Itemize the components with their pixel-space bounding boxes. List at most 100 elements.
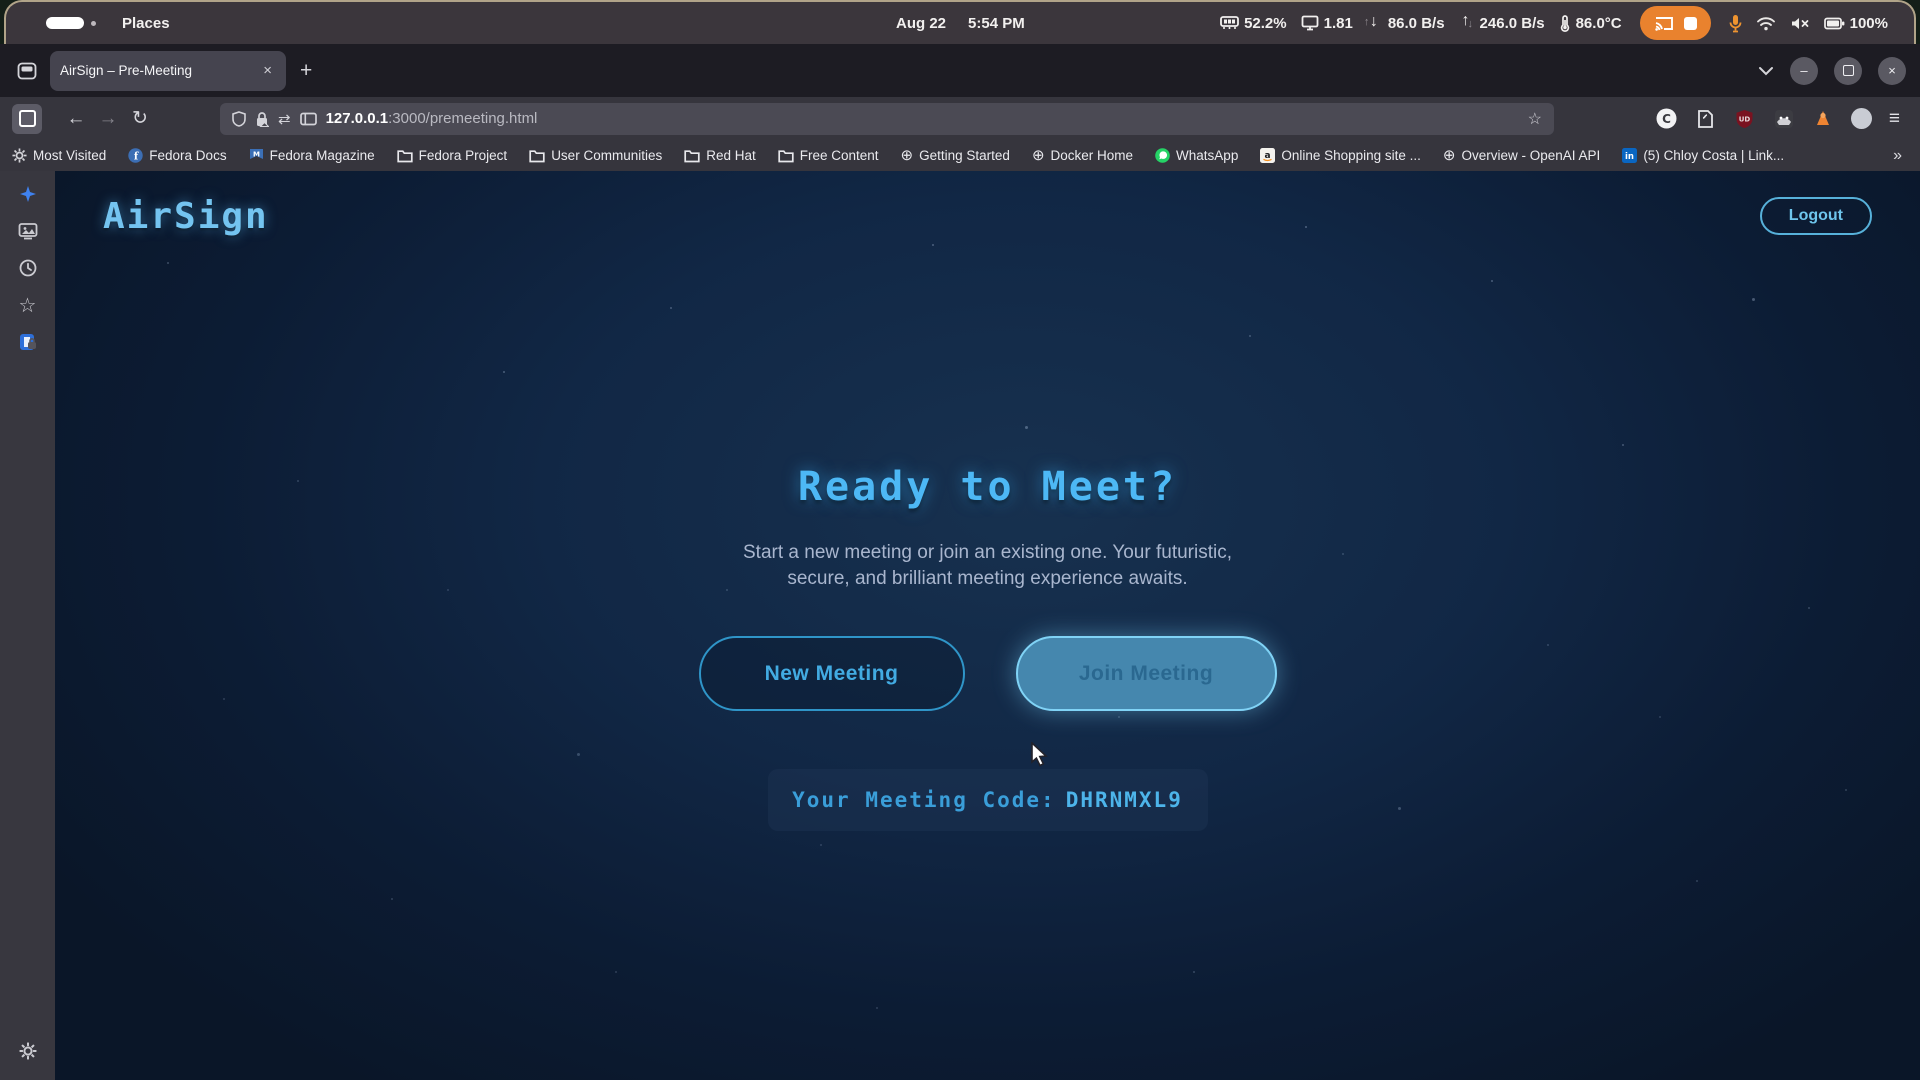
history-icon[interactable]	[0, 253, 55, 283]
url-text: 127.0.0.1:3000/premeeting.html	[326, 110, 1519, 127]
upload-indicator[interactable]: ↑↓ 246.0 B/s	[1459, 14, 1545, 32]
bookmark-label: Free Content	[800, 148, 879, 163]
bookmark-item[interactable]: WhatsApp	[1155, 148, 1238, 163]
new-meeting-button[interactable]: New Meeting	[699, 636, 965, 711]
gear-icon	[12, 148, 27, 163]
maximize-icon	[1843, 65, 1854, 76]
screencast-indicator[interactable]	[1640, 6, 1711, 40]
extension-privacy-badger-icon[interactable]	[1812, 108, 1834, 130]
activities-pill-icon	[46, 17, 84, 29]
reload-button[interactable]: ↻	[124, 103, 156, 135]
microphone-icon[interactable]	[1729, 14, 1742, 33]
folder-icon	[684, 149, 700, 163]
extension-tampermonkey-icon[interactable]	[1773, 108, 1795, 130]
ai-chatbot-icon[interactable]	[0, 179, 55, 209]
extension-ublock-icon[interactable]: UD	[1734, 108, 1756, 130]
download-indicator[interactable]: ↑↓ 86.0 B/s	[1367, 14, 1445, 32]
bookmark-item[interactable]: ⊕Overview - OpenAI API	[1443, 148, 1600, 163]
chevron-down-icon	[1758, 66, 1774, 76]
battery-indicator[interactable]: 100%	[1824, 15, 1888, 32]
bookmark-item[interactable]: MFedora Magazine	[249, 148, 375, 163]
memory-indicator[interactable]: 52.2%	[1220, 15, 1287, 32]
bookmark-label: Fedora Project	[419, 148, 508, 163]
volume-muted-icon[interactable]	[1790, 16, 1810, 31]
browser-tab[interactable]: AirSign – Pre-Meeting ×	[50, 51, 286, 91]
svg-text:C: C	[1663, 112, 1672, 126]
firefox-view-icon	[17, 62, 37, 80]
time-label: 5:54 PM	[968, 15, 1025, 32]
shield-toggle-icon[interactable]: ⇄	[278, 110, 291, 128]
bookmark-item[interactable]: Most Visited	[12, 148, 106, 163]
bookmark-label: Red Hat	[706, 148, 756, 163]
svg-text:UD: UD	[1739, 115, 1751, 123]
load-indicator[interactable]: 1.81	[1301, 15, 1353, 32]
back-button[interactable]: ←	[60, 103, 92, 135]
stop-recording-icon	[1684, 17, 1697, 30]
extension-page-icon[interactable]	[1695, 108, 1717, 130]
maximize-button[interactable]	[1834, 57, 1862, 85]
bookmarks-overflow-icon[interactable]: »	[1893, 147, 1920, 165]
download-arrow-icon: ↑↓	[1367, 14, 1383, 32]
sidebar-settings-gear-icon[interactable]	[0, 1036, 55, 1066]
bookmark-label: User Communities	[551, 148, 662, 163]
folder-icon	[778, 149, 794, 163]
gnome-top-bar: Places Aug 22 5:54 PM 52.2% 1.81 ↑↓ 86.0…	[4, 0, 1916, 44]
memory-icon	[1220, 16, 1239, 30]
bookmarks-icon[interactable]: ☆	[0, 290, 55, 320]
extension-clearurls-icon[interactable]: C	[1656, 108, 1678, 130]
close-button[interactable]: ×	[1878, 57, 1906, 85]
folder-icon	[529, 149, 545, 163]
screencast-icon	[1654, 15, 1674, 31]
picture-in-picture-icon[interactable]	[300, 112, 317, 126]
whatsapp-icon	[1155, 148, 1170, 163]
account-avatar[interactable]	[1851, 108, 1872, 129]
bookmarks-bar: Most Visited f Fedora Docs MFedora Magazine…	[0, 140, 1920, 171]
bookmark-item[interactable]: ⊕Getting Started	[901, 148, 1010, 163]
wifi-icon[interactable]	[1756, 16, 1776, 31]
svg-text:M: M	[253, 151, 260, 159]
menu-button[interactable]: ≡	[1889, 108, 1900, 130]
firefox-view-button[interactable]	[12, 56, 42, 86]
bookmark-item[interactable]: f Fedora Docs	[128, 148, 226, 163]
synced-tabs-icon[interactable]	[0, 216, 55, 246]
join-meeting-button[interactable]: Join Meeting	[1016, 636, 1277, 711]
bookmark-item[interactable]: Fedora Project	[397, 148, 508, 163]
new-tab-button[interactable]: +	[286, 59, 326, 83]
address-bar[interactable]: ⇄ 127.0.0.1:3000/premeeting.html ☆	[220, 103, 1554, 135]
minimize-button[interactable]: –	[1790, 57, 1818, 85]
monitor-icon	[1301, 15, 1319, 31]
bookmark-label: Fedora Docs	[149, 148, 226, 163]
bookmark-item[interactable]: User Communities	[529, 148, 662, 163]
clock-menu[interactable]: Aug 22 5:54 PM	[896, 15, 1025, 32]
places-menu[interactable]: Places	[122, 15, 170, 32]
globe-icon: ⊕	[901, 148, 914, 163]
bookmark-item[interactable]: Free Content	[778, 148, 879, 163]
linkedin-icon: in	[1622, 148, 1637, 163]
container-profile-icon[interactable]	[0, 327, 55, 357]
date-label: Aug 22	[896, 15, 946, 32]
meeting-code-value: DHRNMXL9	[1066, 788, 1183, 812]
sidebar-toggle-button[interactable]	[12, 104, 42, 134]
temperature-indicator[interactable]: 86.0°C	[1559, 14, 1622, 32]
lock-icon[interactable]	[255, 111, 269, 127]
fedora-icon: f	[128, 148, 143, 163]
list-tabs-button[interactable]	[1758, 66, 1774, 76]
bookmark-item[interactable]: aOnline Shopping site ...	[1260, 148, 1421, 163]
meeting-code-label: Your Meeting Code:	[792, 788, 1056, 812]
bookmark-item[interactable]: Red Hat	[684, 148, 756, 163]
logout-button[interactable]: Logout	[1760, 197, 1872, 235]
bookmark-star-icon[interactable]: ☆	[1528, 109, 1542, 129]
amazon-icon: a	[1260, 148, 1275, 163]
tab-title: AirSign – Pre-Meeting	[60, 63, 259, 78]
tab-close-icon[interactable]: ×	[259, 62, 276, 79]
bookmark-label: (5) Chloy Costa | Link...	[1643, 148, 1784, 163]
forward-button[interactable]: →	[92, 103, 124, 135]
meeting-code-box: Your Meeting Code: DHRNMXL9	[768, 769, 1208, 831]
page-title: Ready to Meet?	[798, 464, 1177, 510]
bookmark-label: WhatsApp	[1176, 148, 1238, 163]
bookmark-item[interactable]: ⊕Docker Home	[1032, 148, 1133, 163]
shield-icon[interactable]	[232, 111, 246, 127]
bookmark-item[interactable]: in (5) Chloy Costa | Link...	[1622, 148, 1784, 163]
activities-indicator[interactable]	[46, 17, 96, 29]
page-subtitle: Start a new meeting or join an existing …	[723, 540, 1253, 592]
